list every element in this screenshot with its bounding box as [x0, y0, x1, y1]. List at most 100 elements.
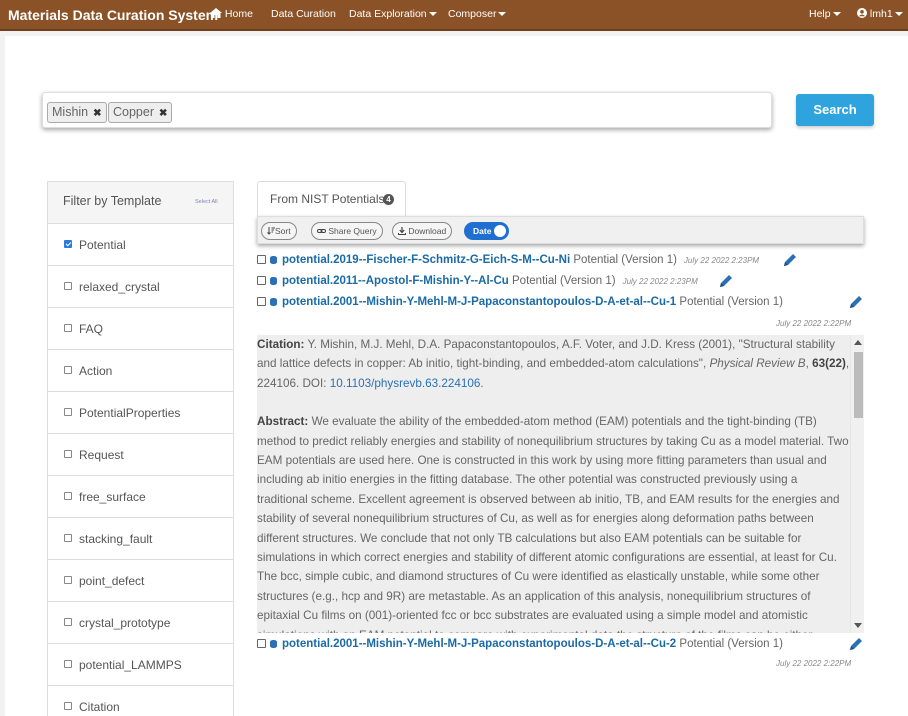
checkbox[interactable] — [64, 324, 72, 332]
filter-item-potential[interactable]: Potential — [48, 224, 233, 266]
navbar: Materials Data Curation System Home Data… — [0, 0, 908, 31]
download-button[interactable]: Download — [392, 222, 453, 240]
filter-item-label: Potential — [79, 238, 126, 252]
brand-title[interactable]: Materials Data Curation System — [8, 7, 218, 23]
checkbox[interactable] — [64, 366, 72, 374]
result-title-link[interactable]: potential.2001--Mishin-Y-Mehl-M-J-Papaco… — [282, 296, 676, 308]
result-type: Potential (Version 1) — [679, 638, 783, 650]
nav-home[interactable]: Home — [210, 8, 253, 20]
filter-item-stacking-fault[interactable]: stacking_fault — [48, 518, 233, 560]
filter-item-point-defect[interactable]: point_defect — [48, 560, 233, 602]
filter-item-potential-properties[interactable]: PotentialProperties — [48, 392, 233, 434]
abstract-text: We evaluate the ability of the embedded-… — [257, 415, 849, 633]
filter-item-crystal-prototype[interactable]: crystal_prototype — [48, 602, 233, 644]
result-checkbox[interactable] — [257, 255, 266, 265]
filter-item-label: point_defect — [79, 574, 145, 588]
citation-end: . — [480, 376, 484, 390]
checkbox[interactable] — [64, 618, 72, 626]
tab-nist-potentials[interactable]: From NIST Potentials 4 — [257, 181, 406, 217]
database-icon — [270, 297, 277, 306]
filter-item-relaxed-crystal[interactable]: relaxed_crystal — [48, 266, 233, 308]
results-toolbar: Sort Share Query Download Date — [257, 216, 864, 244]
filter-item-request[interactable]: Request — [48, 434, 233, 476]
journal-volume: 63 — [812, 357, 826, 371]
edit-pencil-icon[interactable] — [718, 273, 734, 289]
search-chip[interactable]: Copper ✖ — [108, 102, 173, 123]
sort-label: Sort — [275, 226, 291, 236]
result-title-link[interactable]: potential.2019--Fischer-F-Schmitz-G-Eich… — [282, 254, 570, 266]
result-row[interactable]: potential.2019--Fischer-F-Schmitz-G-Eich… — [257, 254, 759, 266]
nav-composer[interactable]: Composer — [448, 8, 507, 20]
filter-item-faq[interactable]: FAQ — [48, 308, 233, 350]
checkbox[interactable] — [64, 576, 72, 584]
checkbox[interactable] — [64, 240, 72, 248]
result-type: Potential (Version 1) — [512, 275, 616, 287]
result-row[interactable]: potential.2001--Mishin-Y-Mehl-M-J-Papaco… — [257, 638, 783, 650]
filter-item-label: Request — [79, 448, 124, 462]
nav-data-curation[interactable]: Data Curation — [271, 8, 336, 20]
nav-data-exploration[interactable]: Data Exploration — [349, 8, 437, 20]
scroll-down-icon[interactable] — [854, 623, 862, 628]
result-row[interactable]: potential.2001--Mishin-Y-Mehl-M-J-Papaco… — [257, 296, 783, 308]
edit-pencil-icon[interactable] — [782, 252, 798, 268]
result-count-badge: 4 — [383, 194, 394, 205]
checkbox[interactable] — [64, 492, 72, 500]
filter-item-citation[interactable]: Citation — [48, 686, 233, 716]
date-toggle-label: Date — [473, 226, 492, 236]
caret-down-icon — [832, 12, 841, 17]
search-input[interactable]: Mishin ✖ Copper ✖ — [42, 92, 772, 128]
citation-paragraph: Citation: Y. Mishin, M.J. Mehl, D.A. Pap… — [257, 338, 850, 390]
result-title-link[interactable]: potential.2001--Mishin-Y-Mehl-M-J-Papaco… — [282, 638, 676, 650]
checkbox[interactable] — [64, 534, 72, 542]
download-label: Download — [408, 226, 447, 236]
home-icon — [210, 8, 222, 18]
filter-item-label: FAQ — [79, 322, 104, 336]
result-checkbox[interactable] — [257, 297, 266, 307]
caret-down-icon — [894, 12, 903, 17]
result-detail-panel: Citation: Y. Mishin, M.J. Mehl, D.A. Pap… — [257, 335, 850, 633]
abstract-paragraph: Abstract: We evaluate the ability of the… — [257, 412, 850, 633]
close-icon[interactable]: ✖ — [93, 108, 101, 119]
citation-label: Citation: — [257, 338, 305, 351]
scroll-thumb[interactable] — [854, 352, 863, 418]
close-icon[interactable]: ✖ — [159, 108, 167, 119]
filter-header: Filter by Template Select All — [48, 182, 233, 224]
result-checkbox[interactable] — [257, 276, 266, 286]
checkbox[interactable] — [64, 660, 72, 668]
result-type: Potential (Version 1) — [573, 254, 677, 266]
filter-item-label: Citation — [79, 700, 120, 714]
search-button[interactable]: Search — [796, 94, 874, 126]
filter-item-free-surface[interactable]: free_surface — [48, 476, 233, 518]
link-icon — [317, 229, 326, 233]
nav-user[interactable]: lmh1 — [857, 8, 903, 20]
doi-link[interactable]: 10.1103/physrevb.63.224106 — [330, 377, 481, 390]
checkbox[interactable] — [64, 450, 72, 458]
filter-item-action[interactable]: Action — [48, 350, 233, 392]
checkbox[interactable] — [64, 408, 72, 416]
share-query-button[interactable]: Share Query — [311, 222, 383, 240]
nav-composer-label: Composer — [448, 8, 497, 20]
result-row[interactable]: potential.2011--Apostol-F-Mishin-Y--Al-C… — [257, 275, 698, 287]
detail-scrollbar[interactable] — [850, 335, 864, 633]
checkbox[interactable] — [64, 282, 72, 290]
nav-user-label: lmh1 — [869, 8, 893, 20]
filter-item-label: Action — [79, 364, 113, 378]
toggle-knob — [494, 225, 506, 237]
date-toggle[interactable]: Date — [464, 222, 509, 240]
select-all-link[interactable]: Select All — [195, 199, 218, 205]
edit-pencil-icon[interactable] — [848, 294, 864, 310]
user-icon — [857, 8, 867, 18]
result-checkbox[interactable] — [257, 639, 266, 649]
search-chip[interactable]: Mishin ✖ — [47, 102, 107, 123]
result-type: Potential (Version 1) — [679, 296, 783, 308]
nav-help-label: Help — [809, 8, 831, 20]
filter-panel: Filter by Template Select All Potential … — [47, 181, 234, 716]
scroll-up-icon[interactable] — [854, 340, 862, 345]
sort-button[interactable]: Sort — [261, 222, 297, 240]
result-title-link[interactable]: potential.2011--Apostol-F-Mishin-Y--Al-C… — [282, 275, 509, 287]
checkbox[interactable] — [64, 702, 72, 710]
download-icon — [398, 227, 406, 235]
edit-pencil-icon[interactable] — [848, 636, 864, 652]
filter-item-potential-lammps[interactable]: potential_LAMMPS — [48, 644, 233, 686]
nav-help[interactable]: Help — [809, 8, 841, 20]
